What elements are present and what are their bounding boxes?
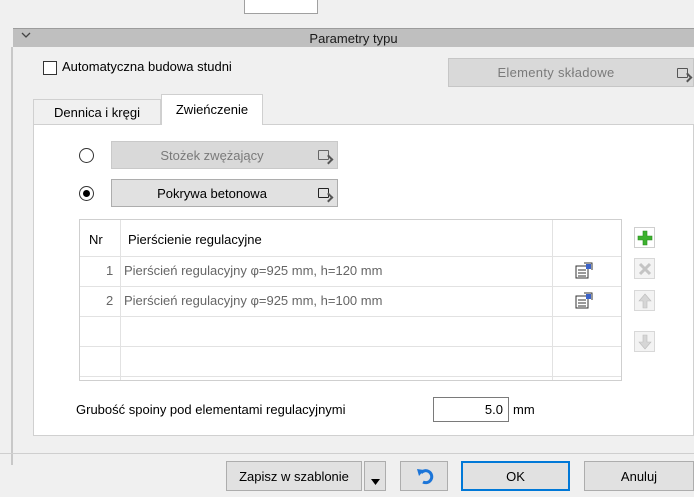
delete-button[interactable] <box>634 258 655 279</box>
row-divider <box>80 256 621 257</box>
pokrywa-label: Pokrywa betonowa <box>157 186 267 201</box>
undo-button[interactable] <box>400 461 448 491</box>
top-input-field[interactable] <box>244 0 318 14</box>
cross-icon <box>637 261 653 280</box>
header-nr: Nr <box>89 232 103 247</box>
auto-build-checkbox[interactable] <box>43 61 57 75</box>
tab-label: Zwieńczenie <box>175 102 249 117</box>
column-divider <box>120 220 121 380</box>
footer-divider <box>0 453 694 454</box>
group-header[interactable]: Parametry typu <box>13 28 694 47</box>
row-divider <box>80 346 621 347</box>
move-down-button[interactable] <box>634 331 655 352</box>
edit-properties-icon[interactable] <box>575 292 593 309</box>
spoina-input[interactable]: 5.0 <box>433 397 509 422</box>
top-strip <box>0 0 694 22</box>
rings-table[interactable]: Nr Pierścienie regulacyjne 1 Pierścień r… <box>79 219 622 381</box>
cancel-label: Anuluj <box>620 469 658 484</box>
row-name[interactable]: Pierścień regulacyjny φ=925 mm, h=100 mm <box>124 293 382 308</box>
panel-border <box>11 47 13 465</box>
row-nr: 1 <box>106 263 114 278</box>
edit-properties-icon[interactable] <box>575 262 593 279</box>
row-divider <box>80 316 621 317</box>
pokrywa-radio[interactable] <box>79 186 94 201</box>
stozek-label: Stożek zwężający <box>160 148 264 163</box>
save-template-label: Zapisz w szablonie <box>239 469 349 484</box>
arrow-up-icon <box>638 293 652 312</box>
ok-label: OK <box>506 469 525 484</box>
column-divider <box>552 220 553 380</box>
group-title: Parametry typu <box>309 31 398 46</box>
auto-build-label: Automatyczna budowa studni <box>62 59 232 74</box>
tab-dennica-i-kregi[interactable]: Dennica i kręgi <box>33 99 161 124</box>
spoina-label: Grubość spoiny pod elementami regulacyjn… <box>76 402 346 417</box>
row-divider <box>80 286 621 287</box>
open-dialog-icon <box>318 150 329 160</box>
row-nr: 2 <box>106 293 114 308</box>
elementy-skladowe-label: Elementy składowe <box>497 65 615 80</box>
tab-zwienczenie[interactable]: Zwieńczenie <box>161 94 263 125</box>
undo-icon <box>416 467 434 488</box>
save-template-button[interactable]: Zapisz w szablonie <box>226 461 362 491</box>
open-dialog-icon <box>677 68 688 78</box>
ok-button[interactable]: OK <box>461 461 570 491</box>
save-template-dropdown[interactable] <box>364 461 386 491</box>
move-up-button[interactable] <box>634 290 655 311</box>
row-divider <box>80 376 621 377</box>
header-pierscienie: Pierścienie regulacyjne <box>128 232 262 247</box>
tab-label: Dennica i kręgi <box>54 105 140 120</box>
cancel-button[interactable]: Anuluj <box>584 461 694 491</box>
plus-icon <box>637 230 653 249</box>
open-dialog-icon <box>318 188 329 198</box>
stozek-radio[interactable] <box>79 148 94 163</box>
dropdown-arrow-icon <box>371 473 380 488</box>
pokrywa-betonowa-button[interactable]: Pokrywa betonowa <box>111 179 338 207</box>
stozek-zwezajacy-button[interactable]: Stożek zwężający <box>111 141 338 169</box>
row-name[interactable]: Pierścień regulacyjny φ=925 mm, h=120 mm <box>124 263 382 278</box>
spoina-unit: mm <box>513 402 535 417</box>
elementy-skladowe-button[interactable]: Elementy składowe <box>448 58 694 87</box>
add-button[interactable] <box>634 227 655 248</box>
arrow-down-icon <box>638 334 652 353</box>
